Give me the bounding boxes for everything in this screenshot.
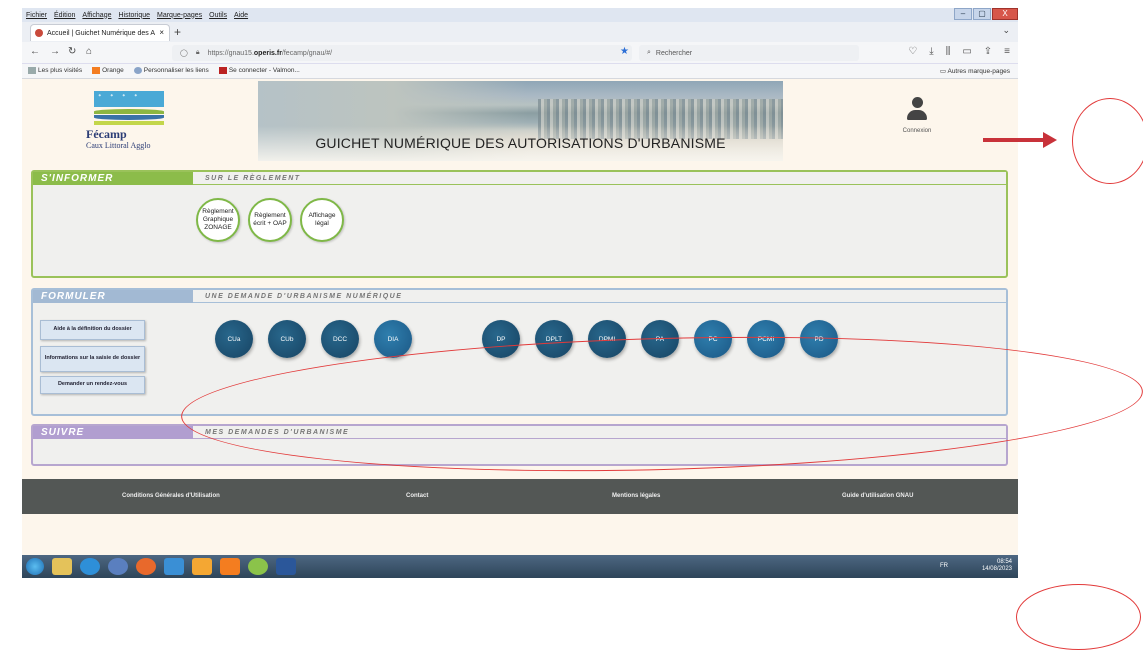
tab-title: Accueil | Guichet Numérique des A <box>47 29 156 37</box>
search-placeholder: Rechercher <box>655 49 693 57</box>
media-player-icon[interactable] <box>80 558 100 575</box>
orange-logo-icon <box>92 67 101 75</box>
footer-link-mentions[interactable]: Mentions légales <box>612 493 660 499</box>
minimize-button[interactable]: – <box>954 8 972 20</box>
url-text: https://gnau15.operis.fr/fecamp/gnau/#/ <box>207 49 333 57</box>
window-controls: – ▢ X <box>953 8 1018 22</box>
logo-name: Fécamp <box>86 127 127 141</box>
site-footer: Conditions Générales d'Utilisation Conta… <box>22 479 1018 514</box>
url-bar[interactable]: ◯ 🔒︎ https://gnau15.operis.fr/fecamp/gna… <box>172 45 632 61</box>
aide-definition-button[interactable]: Aide à la définition du dossier <box>40 320 145 340</box>
section-subtitle-informer: SUR LE RÈGLEMENT <box>193 172 1006 185</box>
login-label: Connexion <box>902 128 932 134</box>
office-icon[interactable] <box>220 558 240 575</box>
outlook-icon[interactable] <box>108 558 128 575</box>
download-icon[interactable]: ⤓ <box>929 46 933 57</box>
menu-bar: Fichier Édition Affichage Historique Mar… <box>22 8 1018 22</box>
firefox-icon[interactable] <box>136 558 156 575</box>
menu-historique[interactable]: Historique <box>118 12 150 19</box>
site-header: Fécamp Caux Littoral Agglo GUICHET NUMÉR… <box>22 79 1018 163</box>
footer-link-cgu[interactable]: Conditions Générales d'Utilisation <box>122 493 220 499</box>
menu-marque-pages[interactable]: Marque-pages <box>157 12 202 19</box>
flag-icon <box>218 67 227 75</box>
annotation-circle-bottom <box>1016 584 1141 650</box>
cua-button[interactable]: CUa <box>215 320 253 358</box>
user-icon <box>911 97 923 108</box>
reglement-graphique-button[interactable]: Règlement Graphique ZONAGE <box>196 198 240 242</box>
section-tag-informer: S'INFORMER <box>33 172 193 185</box>
reglement-ecrit-button[interactable]: Règlement écrit + OAP <box>248 198 292 242</box>
page-title: GUICHET NUMÉRIQUE DES AUTORISATIONS D'UR… <box>315 135 726 151</box>
menu-fichier[interactable]: Fichier <box>26 12 47 19</box>
close-window-button[interactable]: X <box>992 8 1018 20</box>
browser-icon[interactable] <box>248 558 268 575</box>
sidebar-icon[interactable]: ▭ <box>962 46 971 57</box>
bookmark-orange[interactable]: Orange <box>92 67 124 75</box>
forward-icon[interactable]: → <box>50 46 60 57</box>
bookmark-most-visited[interactable]: Les plus visités <box>28 67 82 75</box>
word-icon[interactable] <box>276 558 296 575</box>
menu-aide[interactable]: Aide <box>234 12 248 19</box>
search-field[interactable]: ⌕ Rechercher <box>639 45 859 61</box>
bookmark-valmon[interactable]: Se connecter - Valmon... <box>218 67 300 75</box>
login-button[interactable]: Connexion <box>892 97 942 134</box>
maximize-button[interactable]: ▢ <box>973 8 991 20</box>
bookmarks-bar: Les plus visités Orange Personnaliser le… <box>22 64 1018 79</box>
section-subtitle-formuler: UNE DEMANDE D'URBANISME NUMÉRIQUE <box>193 290 1006 303</box>
logo-subtitle: Caux Littoral Agglo <box>86 141 151 150</box>
menu-affichage[interactable]: Affichage <box>82 12 111 19</box>
annotation-circle-top <box>1072 98 1143 184</box>
search-icon: ⌕ <box>647 49 651 56</box>
cub-button[interactable]: CUb <box>268 320 306 358</box>
start-button-icon[interactable] <box>26 558 44 575</box>
fecamp-logo[interactable]: Fécamp Caux Littoral Agglo <box>86 89 166 155</box>
globe-icon <box>133 67 142 75</box>
gear-icon <box>28 67 36 75</box>
pocket-icon[interactable]: ♡ <box>908 46 917 57</box>
annotation-arrow-head <box>1043 132 1057 148</box>
toolbar-icons: ♡ ⤓ ⫼ ▭ ⇪ ≡ <box>908 46 1010 57</box>
logo-waves <box>94 91 164 107</box>
other-bookmarks[interactable]: ▭ Autres marque-pages <box>940 67 1010 75</box>
bookmark-customize[interactable]: Personnaliser les liens <box>133 67 209 75</box>
section-tag-formuler: FORMULER <box>33 290 193 303</box>
list-tabs-icon[interactable]: ⌄ <box>1002 25 1010 36</box>
informations-saisie-button[interactable]: Informations sur la saisie de dossier <box>40 346 145 372</box>
tab-bar: Accueil | Guichet Numérique des A × + ⌄ <box>22 22 1018 42</box>
language-indicator[interactable]: FR <box>940 563 948 569</box>
rendez-vous-button[interactable]: Demander un rendez-vous <box>40 376 145 394</box>
back-icon[interactable]: ← <box>30 46 40 57</box>
shield-icon: ◯ <box>180 50 188 57</box>
tab-accueil[interactable]: Accueil | Guichet Numérique des A × <box>30 24 170 41</box>
menu-outils[interactable]: Outils <box>209 12 227 19</box>
navigation-bar: ← → ↻ ⌂ ◯ 🔒︎ https://gnau15.operis.fr/fe… <box>22 42 1018 64</box>
dia-button[interactable]: DIA <box>374 320 412 358</box>
new-tab-button[interactable]: + <box>174 25 181 39</box>
section-informer: S'INFORMER SUR LE RÈGLEMENT Règlement Gr… <box>31 170 1008 278</box>
close-tab-icon[interactable]: × <box>159 28 164 37</box>
menu-edition[interactable]: Édition <box>54 12 75 19</box>
internet-explorer-icon[interactable] <box>164 558 184 575</box>
hamburger-menu-icon[interactable]: ≡ <box>1004 46 1010 57</box>
affichage-legal-button[interactable]: Affichage légal <box>300 198 344 242</box>
library-icon[interactable]: ⫼ <box>946 46 951 57</box>
section-tag-suivre: SUIVRE <box>33 426 193 439</box>
annotation-arrow <box>983 138 1043 142</box>
dcc-button[interactable]: DCC <box>321 320 359 358</box>
footer-link-contact[interactable]: Contact <box>406 493 428 499</box>
favicon-icon <box>35 29 43 37</box>
footer-link-guide[interactable]: Guide d'utilisation GNAU <box>842 493 913 499</box>
lock-icon: 🔒︎ <box>195 49 200 56</box>
home-icon[interactable]: ⌂ <box>86 46 92 57</box>
bookmark-star-icon[interactable]: ★ <box>620 46 629 57</box>
photo-stage: Fichier Édition Affichage Historique Mar… <box>0 0 1143 650</box>
reload-icon[interactable]: ↻ <box>68 46 76 57</box>
windows-taskbar: FR 08:54 14/08/2023 <box>22 555 1018 578</box>
app-icon[interactable] <box>192 558 212 575</box>
file-explorer-icon[interactable] <box>52 558 72 575</box>
share-icon[interactable]: ⇪ <box>984 46 992 57</box>
browser-window: Fichier Édition Affichage Historique Mar… <box>22 8 1018 578</box>
system-clock[interactable]: 08:54 14/08/2023 <box>982 559 1012 573</box>
